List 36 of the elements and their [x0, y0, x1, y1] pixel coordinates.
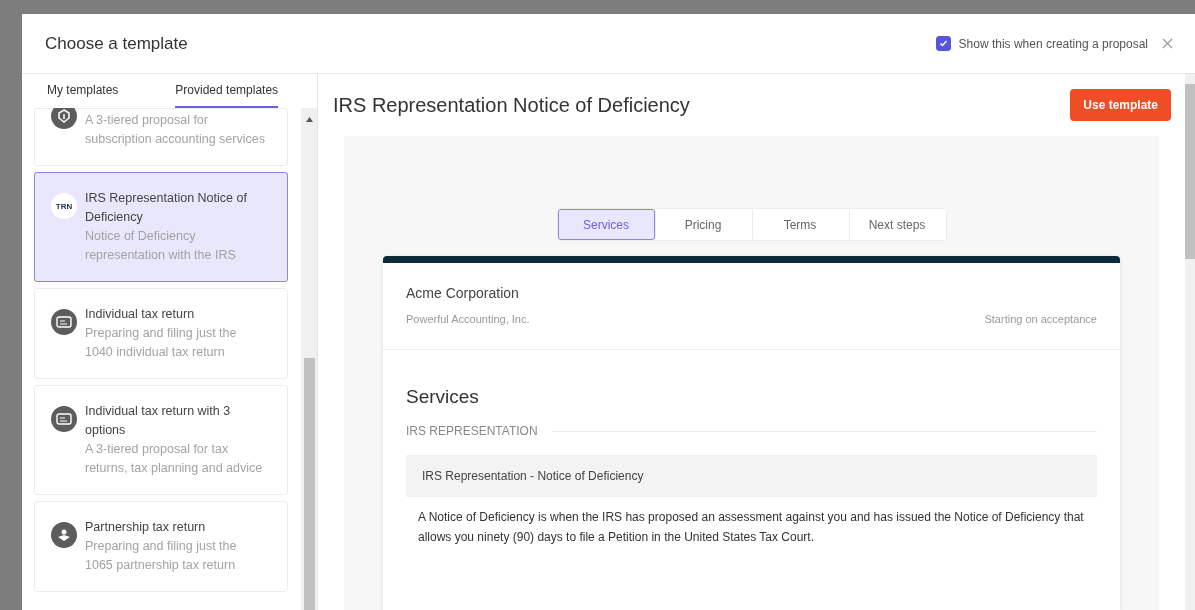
template-description: Preparing and filing just the 1065 partnership tax return — [85, 538, 238, 574]
template-description: A 3-tiered proposal for subscription accounting services — [85, 112, 265, 148]
template-description: A 3-tiered proposal for tax returns, tax planning and advice — [85, 441, 264, 477]
template-title: Partnership tax return — [85, 519, 207, 536]
check-icon — [938, 39, 948, 48]
preview-title: IRS Representation Notice of Deficiency — [333, 93, 690, 117]
tab[interactable]: My templates — [47, 74, 119, 108]
template-card[interactable]: Partnership tax return Preparing and filing just the 1065 partnership tax return — [34, 501, 288, 592]
start-date: Starting on acceptance — [984, 313, 1097, 325]
scroll-up-icon[interactable] — [305, 117, 313, 122]
dialog-title: Choose a template — [45, 33, 188, 54]
template-description: Notice of Deficiency representation with the IRS — [85, 228, 237, 264]
section-tab[interactable]: Services — [557, 209, 655, 240]
service-description: A Notice of Deficiency is when the IRS has proposed an assessment against you and has issued the Notice of Deficiency that allows you ninety (90) days to file a Petition in the United States Tax Court. — [417, 509, 1085, 546]
template-title: IRS Representation Notice of Deficiency — [85, 190, 248, 226]
client-name: Acme Corporation — [406, 285, 520, 301]
seal-icon — [56, 108, 72, 124]
checkbox[interactable] — [935, 36, 951, 51]
scrollbar[interactable] — [1185, 74, 1195, 610]
card-icon — [56, 413, 72, 425]
card-icon — [56, 316, 72, 328]
scrollbar[interactable] — [301, 108, 317, 610]
section-heading: Services — [406, 386, 480, 408]
section-tab[interactable]: Next steps — [848, 209, 946, 240]
template-card[interactable]: TRN IRS Representation Notice of Deficiency Notice of Deficiency representation with the IRS — [34, 172, 288, 282]
template-title: Individual tax return with 3 options — [85, 403, 232, 439]
template-title: Individual tax return — [85, 306, 196, 323]
checkbox-label: Show this when creating a proposal — [958, 36, 1148, 51]
template-card[interactable]: Individual tax return Preparing and filing just the 1040 individual tax return — [34, 288, 288, 379]
template-card[interactable]: Individual tax return with 3 options A 3-tiered proposal for tax returns, tax planning and advice — [34, 385, 288, 495]
service-name: IRS Representation - Notice of Deficiency — [406, 455, 1097, 497]
template-description: Preparing and filing just the 1040 individual tax return — [85, 325, 238, 361]
logo-icon: TRN — [51, 193, 77, 219]
use-template-button[interactable]: Use template — [1070, 89, 1171, 121]
firm-name: Powerful Accounting, Inc. — [406, 313, 530, 325]
group-heading: IRS REPRESENTATION — [406, 424, 538, 438]
